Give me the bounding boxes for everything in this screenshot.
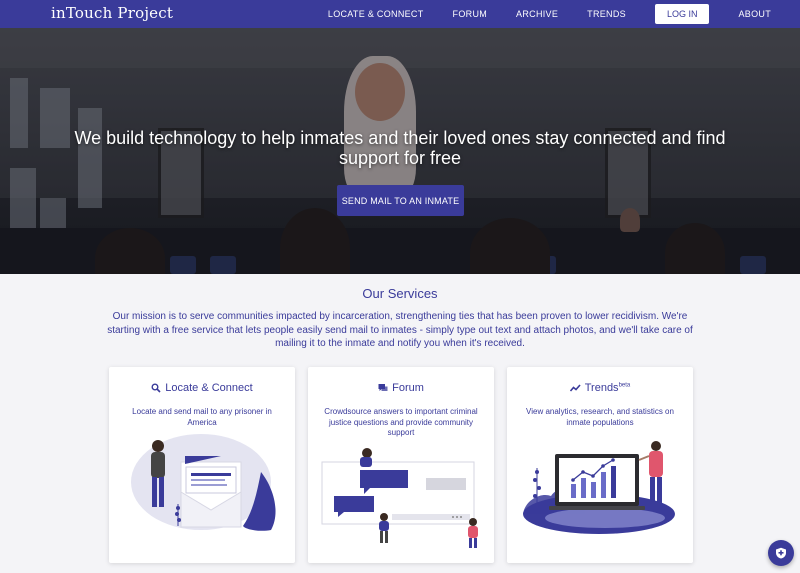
nav-locate-connect[interactable]: LOCATE & CONNECT [328,9,424,19]
login-button[interactable]: LOG IN [654,4,710,24]
card-header: Locate & Connect [109,382,295,394]
brand-logo[interactable]: inTouch Project [51,4,173,22]
card-title: Forum [392,382,424,394]
nav-about[interactable]: ABOUT [738,9,771,19]
forum-icon [378,384,388,391]
forum-illustration [321,448,478,548]
card-forum[interactable]: Forum Crowdsource answers to important c… [308,367,494,563]
beta-badge: beta [618,382,631,389]
chat-shield-icon [776,547,786,559]
card-title: Trendsbeta [585,382,631,394]
card-header: Forum [308,382,494,394]
top-nav: inTouch Project LOCATE & CONNECT FORUM A… [0,0,800,28]
card-description: View analytics, research, and statistics… [526,407,674,427]
card-description: Locate and send mail to any prisoner in … [132,407,272,427]
card-header: Trendsbeta [507,382,693,394]
locate-illustration [131,434,276,531]
search-icon [151,383,161,393]
nav-trends[interactable]: TRENDS [587,9,626,19]
hero-banner: We build technology to help inmates and … [0,28,800,274]
card-title: Locate & Connect [165,382,253,394]
send-mail-button[interactable]: SEND MAIL TO AN INMATE [337,185,464,216]
nav-links: LOCATE & CONNECT FORUM ARCHIVE TRENDS LO… [328,0,800,28]
mission-text: Our mission is to serve communities impa… [107,311,693,349]
services-title: Our Services [362,286,438,301]
nav-archive[interactable]: ARCHIVE [516,9,558,19]
card-locate-connect[interactable]: Locate & Connect Locate and send mail to… [109,367,295,563]
chat-widget-button[interactable] [768,540,794,566]
hero-title: We build technology to help inmates and … [74,128,726,168]
card-trends[interactable]: Trendsbeta View analytics, research, and… [507,367,693,563]
trend-icon [569,384,581,392]
trends-illustration [523,441,675,534]
card-title-text: Trends [584,382,619,394]
nav-forum[interactable]: FORUM [453,9,488,19]
